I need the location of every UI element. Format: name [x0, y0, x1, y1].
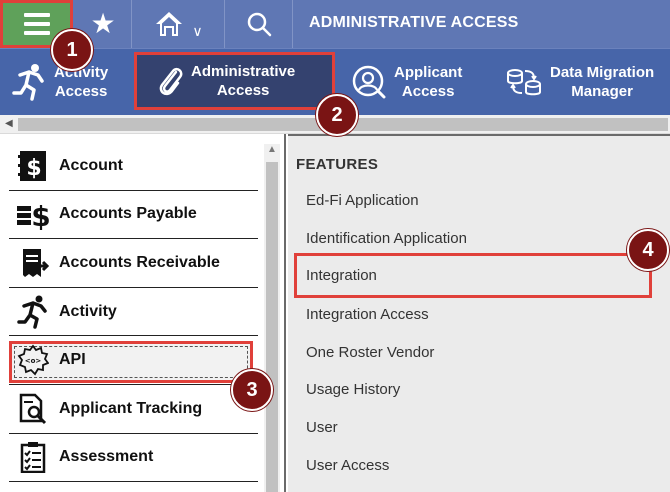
list-item-account[interactable]: $ Account [9, 142, 258, 191]
scroll-up-icon[interactable]: ▲ [267, 144, 277, 155]
features-panel: FEATURES Ed-Fi Application Identificatio… [288, 134, 670, 492]
document-search-icon [16, 393, 50, 425]
vertical-scrollbar[interactable]: ▲ [264, 144, 280, 492]
list-item-label: Accounts Receivable [59, 253, 220, 271]
list-item-activity[interactable]: Activity [9, 288, 258, 337]
svg-text:$: $ [26, 156, 41, 181]
list-item-label: Applicant Tracking [59, 399, 203, 417]
ribbon-label-line1: Data Migration [550, 64, 655, 81]
person-search-icon [352, 65, 386, 99]
ribbon-item-data-migration-manager[interactable]: Data Migration Manager [506, 49, 654, 115]
feature-item-user-access[interactable]: User Access [306, 457, 389, 474]
list-item-api[interactable]: <o> API [9, 336, 258, 385]
receipt-icon [16, 247, 50, 279]
ribbon-item-applicant-access[interactable]: Applicant Access [352, 49, 462, 115]
feature-item-integration[interactable]: Integration [306, 267, 377, 284]
list-item-assessment[interactable]: Assessment [9, 434, 258, 483]
list-item-accounts-receivable[interactable]: Accounts Receivable [9, 239, 258, 288]
home-button[interactable]: ∨ [133, 0, 225, 48]
list-item-label: Activity [59, 302, 117, 320]
svg-text:$: $ [31, 200, 50, 230]
feature-item-identification-application[interactable]: Identification Application [306, 230, 467, 247]
step-callout-3: 3 [231, 369, 273, 411]
feature-item-one-roster-vendor[interactable]: One Roster Vendor [306, 344, 434, 361]
ribbon-label-line2: Manager [571, 83, 633, 100]
ribbon-item-administrative-access[interactable]: Administrative Access [134, 52, 335, 110]
runner-icon [12, 63, 46, 101]
top-bar: ★ ∨ ADMINISTRATIVE ACCESS [0, 0, 670, 48]
list-item-label: Account [59, 156, 123, 174]
chevron-down-icon: ∨ [192, 22, 203, 39]
list-item-accounts-payable[interactable]: $ Accounts Payable [9, 191, 258, 240]
category-list: $ Account $ Accounts Payable Accounts Re… [9, 142, 258, 483]
home-icon [156, 12, 183, 36]
step-callout-1: 1 [51, 29, 93, 71]
svg-text:<o>: <o> [25, 357, 42, 365]
database-sync-icon [506, 67, 542, 97]
star-icon: ★ [90, 8, 116, 39]
runner-icon [16, 295, 50, 329]
dollar-book-icon: $ [16, 150, 50, 182]
ribbon-label-line2: Access [216, 82, 270, 99]
step-callout-4: 4 [627, 229, 669, 271]
api-gear-icon: <o> [16, 344, 50, 376]
category-list-panel: $ Account $ Accounts Payable Accounts Re… [0, 134, 286, 492]
feature-item-user[interactable]: User [306, 419, 338, 436]
search-icon [247, 12, 272, 37]
scroll-left-icon[interactable]: ◀ [5, 118, 13, 129]
list-item-label: API [59, 351, 86, 369]
feature-item-ed-fi-application[interactable]: Ed-Fi Application [306, 192, 419, 209]
checklist-icon [16, 441, 50, 474]
page-title: ADMINISTRATIVE ACCESS [309, 14, 519, 31]
ribbon-label-line2: Access [54, 83, 108, 100]
list-item-applicant-tracking[interactable]: Applicant Tracking [9, 385, 258, 434]
paperclip-icon [157, 64, 183, 98]
feature-item-integration-access[interactable]: Integration Access [306, 306, 429, 323]
list-item-label: Assessment [59, 448, 154, 466]
features-heading: FEATURES [296, 156, 379, 173]
ribbon-label-line2: Access [401, 83, 455, 100]
feature-item-usage-history[interactable]: Usage History [306, 381, 400, 398]
list-item-label: Accounts Payable [59, 205, 197, 223]
scrollbar-thumb[interactable] [266, 162, 278, 492]
dollar-stack-icon: $ [16, 198, 50, 230]
ribbon-label-line1: Administrative [191, 63, 296, 80]
ribbon-label-line1: Applicant [394, 64, 463, 81]
hamburger-menu-icon [23, 13, 50, 35]
step-callout-2: 2 [316, 94, 358, 136]
search-button[interactable] [226, 0, 293, 48]
